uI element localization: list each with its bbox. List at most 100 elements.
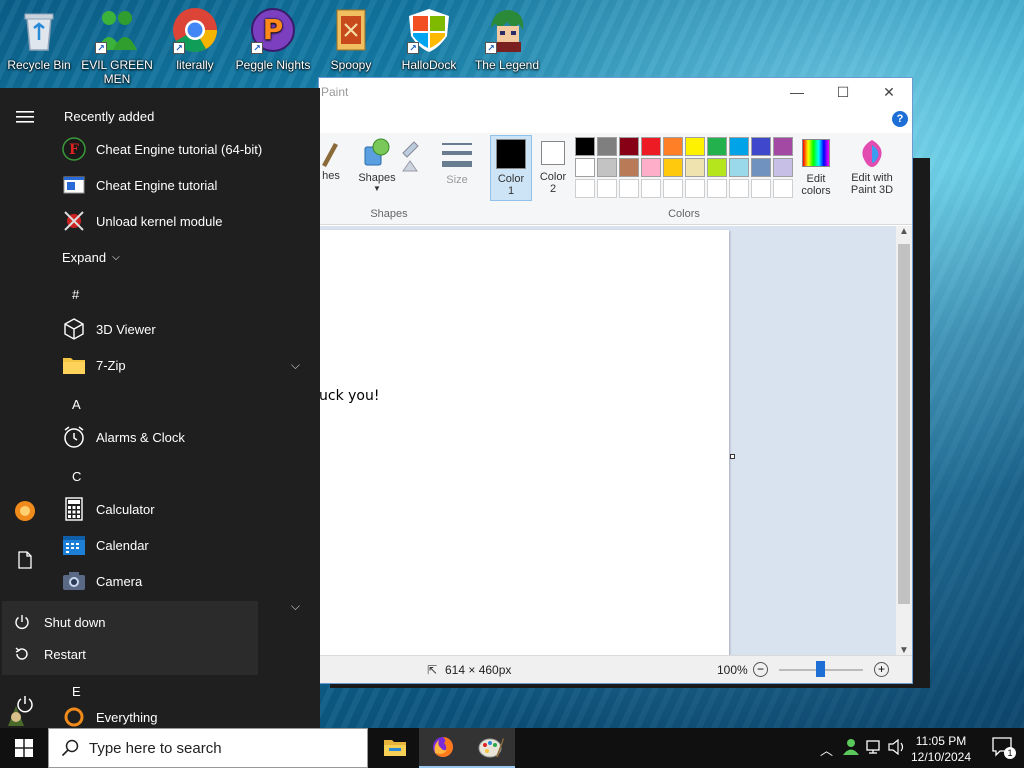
palette-swatch[interactable] [597, 137, 617, 156]
zoom-slider-thumb[interactable] [816, 661, 825, 677]
outline-fill-buttons[interactable] [399, 137, 425, 180]
paint-titlebar[interactable]: Paint — ☐ ✕ [319, 78, 912, 106]
chevron-down-icon[interactable]: ⌵ [291, 358, 300, 373]
desktop-icon-literally[interactable]: ↗ literally [156, 4, 234, 72]
chevron-down-icon[interactable]: ⌵ [291, 599, 300, 614]
size-button[interactable]: Size [439, 137, 475, 186]
vertical-scrollbar[interactable]: ▲ ▼ [896, 226, 912, 656]
palette-swatch[interactable] [685, 158, 705, 177]
taskbar-file-explorer[interactable] [371, 728, 419, 768]
app-3d-viewer[interactable]: 3D Viewer [62, 311, 306, 347]
shapes-button[interactable]: Shapes ▼ [357, 137, 397, 193]
palette-swatch[interactable] [641, 179, 661, 198]
desktop-icon-label: The Legend [474, 58, 540, 72]
show-hidden-icons-chevron-icon[interactable]: ︿ [820, 740, 833, 759]
shortcut-arrow-icon: ↗ [95, 42, 107, 54]
taskbar-paint[interactable] [467, 728, 515, 768]
palette-swatch[interactable] [663, 179, 683, 198]
maximize-button[interactable]: ☐ [820, 78, 866, 106]
taskbar-search-box[interactable]: Type here to search [48, 728, 368, 768]
hamburger-menu-icon[interactable] [12, 104, 38, 130]
section-e[interactable]: E [72, 681, 81, 701]
cube-icon [62, 317, 86, 341]
app-calculator[interactable]: Calculator [62, 491, 306, 527]
palette-swatch[interactable] [663, 158, 683, 177]
app-cheat-engine-64[interactable]: F Cheat Engine tutorial (64-bit) [62, 131, 306, 167]
help-icon[interactable]: ? [892, 111, 908, 127]
edit-colors-button[interactable]: Edit colors [796, 137, 836, 197]
app-camera[interactable]: Camera [62, 563, 306, 599]
palette-swatch[interactable] [619, 158, 639, 177]
desktop-icon-hallodock[interactable]: ↗ HalloDock [390, 4, 468, 72]
taskbar-firefox[interactable] [419, 728, 467, 768]
zoom-in-button[interactable]: + [874, 662, 889, 677]
size-label: Size [446, 174, 468, 186]
app-alarms-clock[interactable]: Alarms & Clock [62, 419, 306, 455]
canvas-resize-handle[interactable] [730, 454, 735, 459]
canvas-text: uck you! [319, 388, 380, 404]
brushes-button[interactable]: hes [319, 137, 343, 182]
palette-swatch[interactable] [663, 137, 683, 156]
scroll-up-icon[interactable]: ▲ [896, 226, 912, 237]
desktop-icon-peggle-nights[interactable]: P ↗ Peggle Nights [234, 4, 312, 72]
palette-swatch[interactable] [575, 158, 595, 177]
palette-swatch[interactable] [751, 137, 771, 156]
start-button[interactable] [0, 728, 48, 768]
desktop-icon-evil-green-men[interactable]: ↗ EVIL GREEN MEN [78, 4, 156, 86]
volume-icon[interactable] [888, 738, 906, 758]
palette-swatch[interactable] [597, 158, 617, 177]
palette-swatch[interactable] [751, 158, 771, 177]
desktop-icon-spoopy[interactable]: Spoopy [312, 4, 390, 72]
palette-swatch[interactable] [751, 179, 771, 198]
section-a[interactable]: A [72, 394, 81, 414]
taskbar-clock[interactable]: 11:05 PM 12/10/2024 [906, 733, 976, 765]
palette-swatch[interactable] [641, 137, 661, 156]
app-unload-kernel-module[interactable]: Unload kernel module [62, 203, 306, 239]
notifications-button[interactable]: 1 [992, 737, 1016, 759]
close-button[interactable]: ✕ [866, 78, 912, 106]
section-c[interactable]: C [72, 466, 81, 486]
shutdown-button[interactable]: Shut down [2, 607, 258, 637]
paint-window[interactable]: Paint — ☐ ✕ ? hes Shapes ▼ Shapes Size C… [318, 77, 913, 684]
palette-swatch[interactable] [641, 158, 661, 177]
palette-swatch[interactable] [773, 158, 793, 177]
palette-swatch[interactable] [729, 137, 749, 156]
app-7zip[interactable]: 7-Zip ⌵ [62, 347, 306, 383]
palette-swatch[interactable] [707, 158, 727, 177]
palette-swatch[interactable] [729, 179, 749, 198]
palette-swatch[interactable] [685, 137, 705, 156]
app-cheat-engine-tutorial[interactable]: Cheat Engine tutorial [62, 167, 306, 203]
palette-swatch[interactable] [773, 137, 793, 156]
people-icon[interactable] [842, 738, 860, 759]
restart-button[interactable]: Restart [2, 639, 258, 669]
palette-swatch[interactable] [773, 179, 793, 198]
expand-button[interactable]: Expand ⌵ [62, 239, 306, 275]
user-picture-icon[interactable] [4, 704, 28, 730]
palette-swatch[interactable] [575, 179, 595, 198]
desktop-icon-recycle-bin[interactable]: Recycle Bin [0, 4, 78, 72]
palette-swatch[interactable] [685, 179, 705, 198]
documents-icon[interactable] [12, 547, 38, 573]
color1-label-line2: 1 [507, 185, 515, 197]
scrollbar-thumb[interactable] [898, 244, 910, 604]
minimize-button[interactable]: — [774, 78, 820, 106]
palette-swatch[interactable] [575, 137, 595, 156]
network-icon[interactable] [866, 739, 884, 758]
section-hash[interactable]: # [72, 284, 79, 304]
palette-swatch[interactable] [619, 179, 639, 198]
palette-swatch[interactable] [729, 158, 749, 177]
palette-swatch[interactable] [619, 137, 639, 156]
palette-swatch[interactable] [707, 137, 727, 156]
window-controls: — ☐ ✕ [774, 78, 912, 106]
color1-button[interactable]: Color 1 [490, 135, 532, 201]
zoom-out-button[interactable]: − [753, 662, 768, 677]
edit-with-paint3d-button[interactable]: Edit with Paint 3D [845, 137, 899, 196]
palette-swatch[interactable] [707, 179, 727, 198]
user-avatar-icon[interactable] [12, 498, 38, 524]
color2-button[interactable]: Color 2 [533, 135, 573, 195]
app-everything[interactable]: Everything [62, 707, 306, 727]
palette-swatch[interactable] [597, 179, 617, 198]
drawing-canvas[interactable]: uck you! [319, 230, 729, 656]
desktop-icon-the-legend[interactable]: ↗ The Legend [468, 4, 546, 72]
app-calendar[interactable]: Calendar [62, 527, 306, 563]
